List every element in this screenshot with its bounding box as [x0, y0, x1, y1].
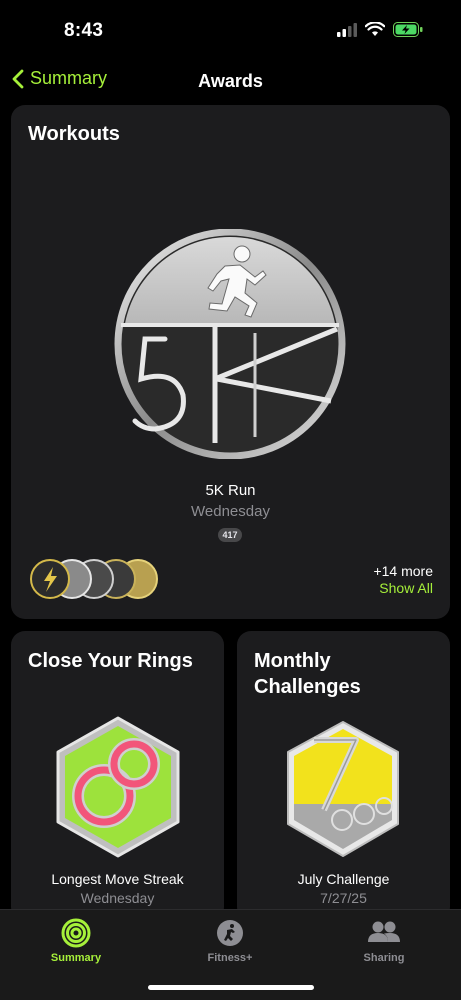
- workouts-card[interactable]: Workouts 5K Run Wednesday 417 +14 more S…: [11, 105, 450, 619]
- challenge-award-name: July Challenge: [297, 871, 390, 887]
- monthly-challenges-card[interactable]: Monthly Challenges July Challenge 7/27/2…: [237, 631, 450, 921]
- tab-summary[interactable]: Summary: [16, 918, 136, 964]
- rings-award-name: Longest Move Streak: [51, 871, 184, 887]
- status-icons: [337, 22, 423, 37]
- challenge-award-date: 7/27/25: [320, 890, 367, 906]
- people-icon: [368, 921, 400, 942]
- navigation-bar: Summary Awards: [0, 60, 461, 104]
- award-count-badge: 417: [218, 528, 242, 542]
- workouts-title: Workouts: [28, 123, 120, 145]
- tab-summary-label: Summary: [50, 952, 102, 964]
- rings-award-date: Wednesday: [80, 890, 155, 906]
- 5k-run-award-medal[interactable]: [105, 229, 355, 459]
- tab-fitness-label: Fitness+: [207, 952, 253, 964]
- status-time: 8:43: [64, 20, 104, 41]
- page-title: Awards: [198, 71, 263, 91]
- fitness-runner-icon: [217, 920, 243, 946]
- status-bar: 8:43: [0, 0, 461, 60]
- wifi-icon: [365, 22, 385, 36]
- activity-rings-icon: [61, 918, 91, 948]
- challenges-title-line2: Challenges: [254, 676, 361, 698]
- recent-awards-thumbnails[interactable]: [27, 557, 159, 601]
- cellular-signal-icon: [337, 22, 357, 37]
- tab-sharing[interactable]: Sharing: [324, 918, 444, 964]
- tab-sharing-label: Sharing: [363, 952, 405, 964]
- featured-award-date: Wednesday: [191, 503, 270, 520]
- challenges-title-line1: Monthly: [254, 650, 331, 672]
- tab-fitness-plus[interactable]: Fitness+: [170, 918, 290, 964]
- home-indicator[interactable]: [148, 985, 314, 990]
- show-all-link[interactable]: Show All: [373, 580, 433, 597]
- july-challenge-medal[interactable]: [284, 720, 402, 858]
- longest-move-streak-medal[interactable]: [52, 716, 184, 858]
- battery-charging-icon: [393, 22, 423, 37]
- close-your-rings-card[interactable]: Close Your Rings Longest Move Streak Wed…: [11, 631, 224, 921]
- more-awards[interactable]: +14 more Show All: [373, 563, 433, 597]
- rings-title: Close Your Rings: [28, 650, 193, 672]
- challenges-title: Monthly Challenges: [254, 648, 361, 700]
- featured-award-name: 5K Run: [205, 482, 256, 499]
- more-count: +14 more: [373, 563, 433, 579]
